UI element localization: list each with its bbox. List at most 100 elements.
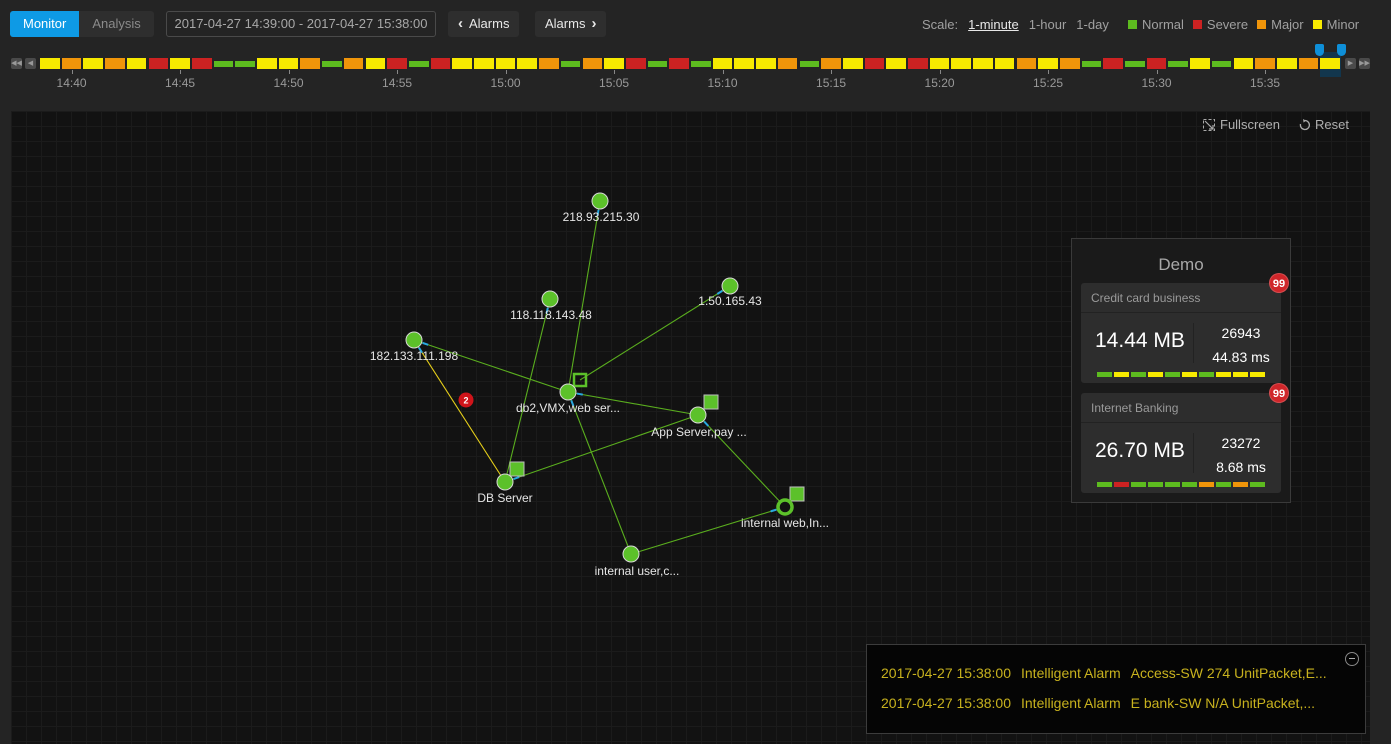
timeline-segment-severe[interactable]	[1146, 58, 1167, 69]
forward-fast-icon[interactable]: ▶▶	[1359, 58, 1370, 69]
timeline-segment-minor[interactable]	[1038, 58, 1058, 69]
timeline-segment-minor[interactable]	[278, 58, 299, 69]
timeline-segment-severe[interactable]	[148, 58, 169, 69]
topology-edge[interactable]	[630, 506, 786, 555]
timeline-segment-normal[interactable]	[647, 61, 668, 67]
component-marker-icon[interactable]	[509, 461, 525, 477]
timeline-segment-minor[interactable]	[886, 58, 906, 69]
scale-1-minute[interactable]: 1-minute	[968, 17, 1019, 32]
business-card-credit-card[interactable]: Credit card business 14.44 MB 26943 44.8…	[1081, 283, 1281, 383]
timeline-segment-normal[interactable]	[408, 61, 429, 67]
timeline-segment-major[interactable]	[582, 58, 603, 69]
timeline-segment-minor[interactable]	[951, 58, 972, 69]
rewind-icon[interactable]: ◀	[25, 58, 36, 69]
topology-node[interactable]	[721, 277, 739, 295]
alarm-row[interactable]: 2017-04-27 15:38:00 Intelligent Alarm Ac…	[881, 665, 1327, 681]
timeline-segment-major[interactable]	[777, 58, 798, 69]
topology-canvas[interactable]: Fullscreen Reset 2 218.93.215.30 118.118.1…	[11, 111, 1370, 744]
alarm-count-badge[interactable]: 99	[1269, 383, 1289, 403]
timeline-segment-normal[interactable]	[1211, 61, 1232, 67]
timeline-segment-minor[interactable]	[712, 58, 733, 69]
topology-edge[interactable]	[413, 339, 569, 393]
timeline-start-handle[interactable]	[1315, 44, 1324, 56]
timeline-segment-major[interactable]	[821, 58, 841, 69]
timeline-segment-minor[interactable]	[604, 58, 624, 69]
timeline-segment-minor[interactable]	[842, 58, 863, 69]
timeline-segment-major[interactable]	[1016, 58, 1037, 69]
timeline-segment-normal[interactable]	[691, 61, 711, 67]
timeline-segment-minor[interactable]	[517, 58, 538, 69]
timeline-segment-minor[interactable]	[257, 58, 277, 69]
scale-1-hour[interactable]: 1-hour	[1029, 17, 1067, 32]
timeline-segment-minor[interactable]	[170, 58, 190, 69]
timeline-segment-minor[interactable]	[734, 58, 755, 69]
timeline-segment-normal[interactable]	[1125, 61, 1145, 67]
topology-node[interactable]	[559, 383, 577, 401]
timeline-segment-severe[interactable]	[191, 58, 212, 69]
timeline-segment-minor[interactable]	[474, 58, 494, 69]
scale-1-day[interactable]: 1-day	[1076, 17, 1109, 32]
timeline-segment-minor[interactable]	[126, 58, 147, 69]
timeline-segment-severe[interactable]	[908, 58, 928, 69]
tab-analysis[interactable]: Analysis	[79, 11, 153, 37]
topology-node[interactable]	[689, 406, 707, 424]
timeline-segment-minor[interactable]	[756, 58, 776, 69]
timeline-segment-minor[interactable]	[1276, 58, 1297, 69]
timeline-end-handle[interactable]	[1337, 44, 1346, 56]
component-marker-icon[interactable]	[789, 486, 805, 502]
next-alarms-button[interactable]: Alarms ›	[535, 11, 607, 37]
timeline-segment-major[interactable]	[1059, 58, 1080, 69]
timeline-segment-minor[interactable]	[1320, 58, 1340, 69]
timeline-segment-major[interactable]	[539, 58, 559, 69]
timeline-segment-severe[interactable]	[430, 58, 451, 69]
timeline-segment-major[interactable]	[343, 58, 364, 69]
topology-edge[interactable]	[504, 298, 551, 483]
timeline-segment-major[interactable]	[105, 58, 125, 69]
topology-node[interactable]	[591, 192, 609, 210]
timeline-segment-major[interactable]	[1298, 58, 1319, 69]
topology-node[interactable]	[496, 473, 514, 491]
timeline-segment-minor[interactable]	[495, 58, 516, 69]
timeline-segment-minor[interactable]	[40, 58, 60, 69]
timeline-segment-minor[interactable]	[452, 58, 472, 69]
timeline-segment-minor[interactable]	[365, 58, 386, 69]
timeline-segment-severe[interactable]	[1103, 58, 1123, 69]
tab-monitor[interactable]: Monitor	[10, 11, 80, 37]
timeline-segment-major[interactable]	[300, 58, 321, 69]
timeline-segment-severe[interactable]	[864, 58, 885, 69]
timeline-segment-minor[interactable]	[973, 58, 993, 69]
alarm-count-badge[interactable]: 99	[1269, 273, 1289, 293]
timeline-segment-minor[interactable]	[929, 58, 950, 69]
alarm-row[interactable]: 2017-04-27 15:38:00 Intelligent Alarm E …	[881, 695, 1315, 711]
topology-node[interactable]	[405, 331, 423, 349]
timeline-segment-normal[interactable]	[322, 61, 342, 67]
timeline-segment-normal[interactable]	[1081, 61, 1102, 67]
timeline-segment-normal[interactable]	[213, 61, 234, 67]
topology-edge[interactable]	[567, 200, 601, 393]
timeline-segment-minor[interactable]	[83, 58, 104, 69]
rewind-fast-icon[interactable]: ◀◀	[11, 58, 22, 69]
timeline-segment-minor[interactable]	[994, 58, 1015, 69]
timeline-segment-normal[interactable]	[235, 61, 255, 67]
timeline-segment-normal[interactable]	[1168, 61, 1189, 67]
timeline-segment-severe[interactable]	[387, 58, 407, 69]
topology-edge[interactable]	[567, 391, 632, 555]
timeline-segment-major[interactable]	[61, 58, 82, 69]
minimize-icon[interactable]	[1345, 652, 1359, 666]
timeline-segment-major[interactable]	[1255, 58, 1275, 69]
business-card-internet-banking[interactable]: Internet Banking 26.70 MB 23272 8.68 ms	[1081, 393, 1281, 493]
timeline-segment-severe[interactable]	[625, 58, 646, 69]
component-marker-icon[interactable]	[703, 394, 719, 410]
timeline-segment-severe[interactable]	[669, 58, 689, 69]
topology-node[interactable]	[622, 545, 640, 563]
topology-node[interactable]	[541, 290, 559, 308]
time-range-picker[interactable]: 2017-04-27 14:39:00 - 2017-04-27 15:38:0…	[166, 11, 436, 37]
prev-alarms-button[interactable]: ‹ Alarms	[448, 11, 520, 37]
timeline-segment-normal[interactable]	[560, 61, 581, 67]
timeline-segment-minor[interactable]	[1190, 58, 1210, 69]
timeline-bar[interactable]	[40, 58, 1342, 69]
timeline-segment-minor[interactable]	[1233, 58, 1254, 69]
node-ring-icon[interactable]	[776, 498, 794, 516]
timeline-segment-normal[interactable]	[799, 61, 820, 67]
forward-icon[interactable]: ▶	[1345, 58, 1356, 69]
